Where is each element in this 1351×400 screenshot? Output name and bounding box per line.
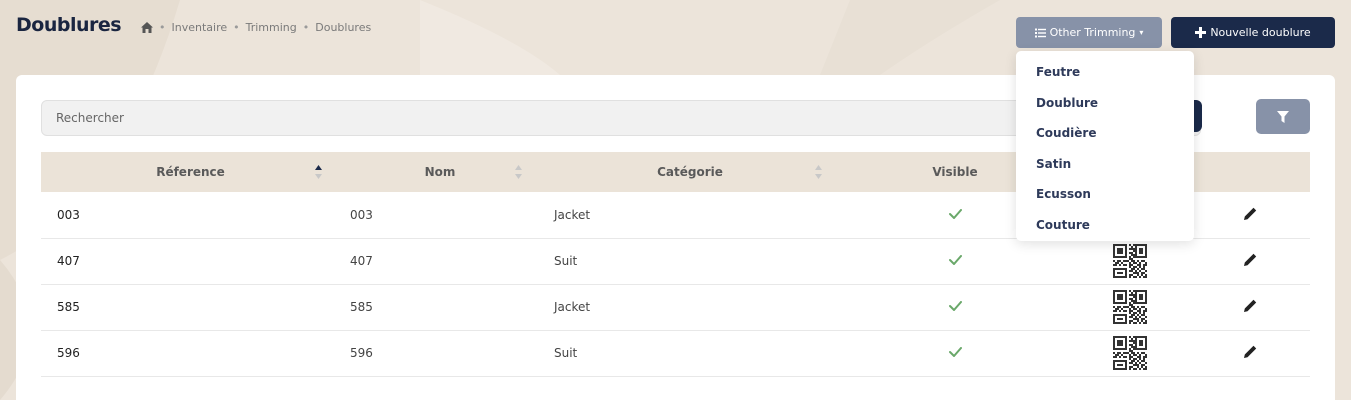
qr-code-icon[interactable] [1113, 244, 1147, 278]
table-row[interactable]: 585 585 Jacket [41, 284, 1310, 330]
column-header-label: Réference [156, 165, 225, 179]
other-trimming-button[interactable]: Other Trimming ▾ [1016, 17, 1162, 48]
cell-visible [840, 284, 1070, 330]
cell-nom: 596 [350, 346, 373, 360]
plus-icon [1195, 27, 1207, 38]
cell-qr-code [1070, 238, 1190, 284]
dropdown-item-doublure[interactable]: Doublure [1016, 88, 1194, 119]
breadcrumb-separator: • [159, 21, 166, 34]
cell-categorie: Jacket [554, 300, 591, 314]
dropdown-item-ecusson[interactable]: Ecusson [1016, 179, 1194, 210]
column-header-label: Catégorie [657, 165, 723, 179]
edit-pencil-icon[interactable] [1243, 207, 1257, 220]
cell-actions [1190, 238, 1310, 284]
breadcrumb-separator: • [302, 21, 310, 34]
breadcrumb-item-trimming[interactable]: Trimming [246, 21, 297, 34]
breadcrumb-separator: • [233, 21, 240, 34]
column-header-label: Nom [424, 165, 456, 179]
table-row[interactable]: 596 596 Suit [41, 330, 1310, 376]
column-header-categorie[interactable]: Catégorie [540, 152, 840, 192]
sort-icon [515, 165, 522, 179]
dropdown-item-coudiere[interactable]: Coudière [1016, 118, 1194, 149]
list-icon [1034, 28, 1046, 37]
cell-qr-code [1070, 284, 1190, 330]
cell-nom: 003 [350, 207, 373, 222]
qr-code-icon[interactable] [1113, 336, 1147, 370]
column-header-reference[interactable]: Réference [41, 152, 340, 192]
cell-categorie: Suit [554, 346, 578, 360]
check-icon [948, 347, 962, 358]
cell-qr-code [1070, 330, 1190, 376]
cell-categorie: Jacket [554, 207, 591, 222]
breadcrumb-item-inventaire[interactable]: Inventaire [172, 21, 228, 34]
cell-reference: 003 [57, 207, 80, 222]
breadcrumb-item-doublures: Doublures [315, 21, 372, 34]
cell-nom: 585 [350, 300, 373, 314]
cell-actions [1190, 330, 1310, 376]
cell-reference: 585 [57, 300, 80, 314]
dropdown-item-feutre[interactable]: Feutre [1016, 57, 1194, 88]
column-header-actions [1190, 152, 1310, 192]
cell-visible [840, 238, 1070, 284]
other-trimming-dropdown: Feutre Doublure Coudière Satin Ecusson C… [1016, 51, 1194, 241]
cell-categorie: Suit [554, 254, 578, 268]
cell-actions [1190, 192, 1310, 238]
cell-nom: 407 [350, 254, 373, 268]
cell-reference: 407 [57, 254, 80, 268]
dropdown-item-satin[interactable]: Satin [1016, 149, 1194, 180]
check-icon [948, 208, 962, 220]
qr-code-icon[interactable] [1113, 290, 1147, 324]
check-icon [948, 255, 962, 266]
sort-icon [815, 165, 822, 179]
table-row[interactable]: 407 407 Suit [41, 238, 1310, 284]
cell-reference: 596 [57, 346, 80, 360]
column-header-label: Visible [932, 165, 978, 179]
sort-asc-icon [315, 165, 322, 179]
new-doublure-button[interactable]: Nouvelle doublure [1171, 17, 1335, 48]
cell-visible [840, 330, 1070, 376]
column-header-nom[interactable]: Nom [340, 152, 540, 192]
filter-button[interactable] [1256, 99, 1310, 134]
page-title: Doublures [16, 14, 122, 36]
chevron-down-icon: ▾ [1139, 28, 1144, 37]
edit-pencil-icon[interactable] [1243, 253, 1257, 266]
breadcrumb: • Inventaire • Trimming • Doublures [141, 21, 371, 34]
filter-icon [1277, 110, 1289, 123]
new-doublure-label: Nouvelle doublure [1210, 26, 1311, 39]
home-icon[interactable] [141, 22, 153, 33]
cell-actions [1190, 284, 1310, 330]
edit-pencil-icon[interactable] [1243, 345, 1257, 358]
dropdown-item-couture[interactable]: Couture [1016, 210, 1194, 241]
other-trimming-label: Other Trimming [1049, 26, 1136, 39]
edit-pencil-icon[interactable] [1243, 299, 1257, 312]
check-icon [948, 301, 962, 312]
